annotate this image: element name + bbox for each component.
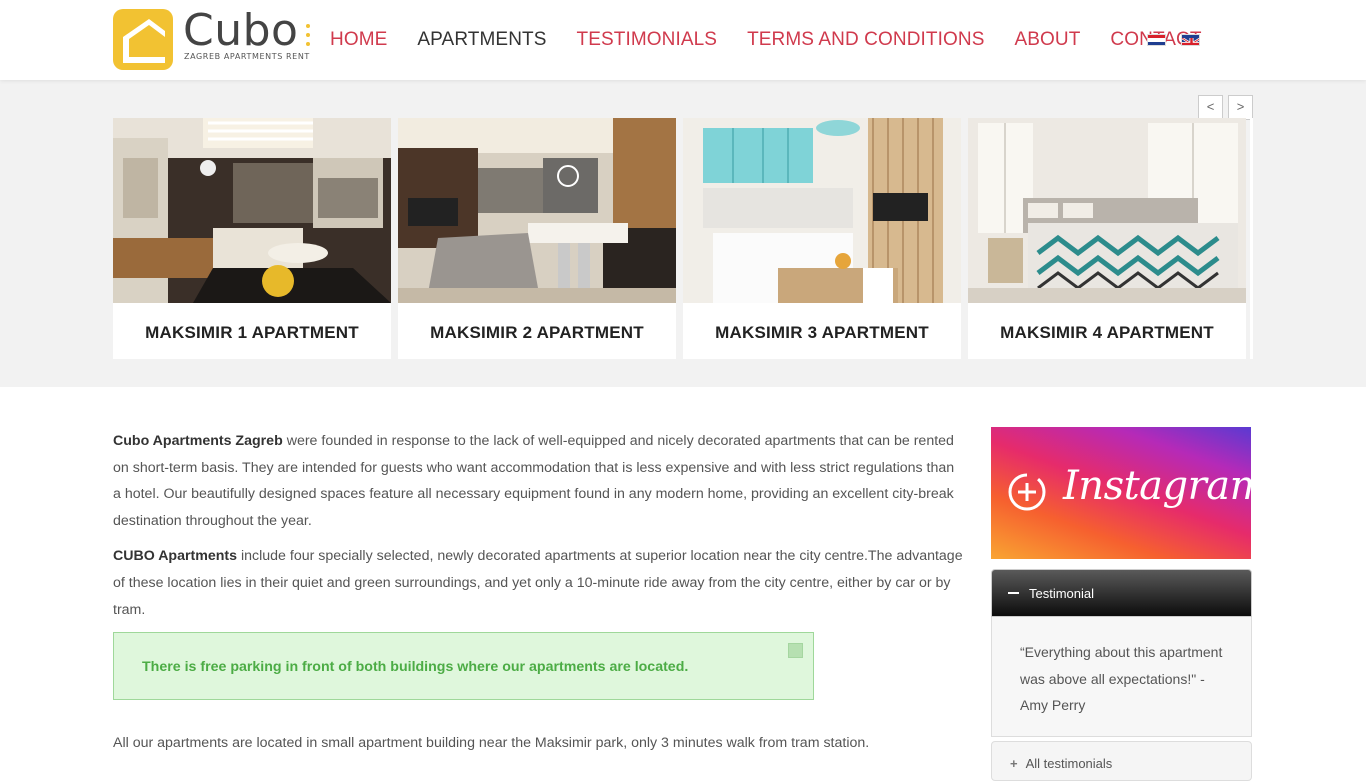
parking-notice: There is free parking in front of both b…: [113, 632, 814, 701]
nav-apartments[interactable]: APARTMENTS: [417, 29, 546, 51]
apartment-photo[interactable]: [113, 118, 391, 303]
instagram-label: Instagram: [1063, 463, 1251, 509]
apartment-photo[interactable]: [398, 118, 676, 303]
brand-tagline: ZAGREB APARTMENTS RENT: [184, 52, 310, 61]
brand-dots: [306, 24, 312, 51]
nav-about[interactable]: ABOUT: [1014, 29, 1080, 51]
testimonial-header-label: Testimonial: [1029, 586, 1095, 601]
apartments-paragraph: CUBO Apartments include four specially s…: [113, 543, 963, 623]
intro-paragraph: Cubo Apartments Zagreb were founded in r…: [113, 428, 963, 534]
intro-bold: Cubo Apartments Zagreb: [113, 433, 283, 449]
apartment-card[interactable]: MAKSIMIR 3 APARTMENT: [683, 118, 961, 359]
apartment-title[interactable]: MAKSIMIR 4 APARTMENT: [968, 303, 1246, 359]
apartment-title[interactable]: MAKSIMIR 1 APARTMENT: [113, 303, 391, 359]
apartment-title[interactable]: MAKSIMIR 3 APARTMENT: [683, 303, 961, 359]
apartment-photo[interactable]: [968, 118, 1246, 303]
nav-testimonials[interactable]: TESTIMONIALS: [577, 29, 718, 51]
testimonial-accordion: Testimonial “Everything about this apart…: [991, 569, 1252, 781]
apartment-card[interactable]: MAKSIMIR 1 APARTMENT: [113, 118, 391, 359]
all-testimonials-header[interactable]: + All testimonials: [991, 741, 1252, 781]
uk-flag-icon[interactable]: [1181, 34, 1200, 46]
parking-notice-text: There is free parking in front of both b…: [142, 659, 689, 676]
apartment-card[interactable]: MAKSIMIR 2 APARTMENT: [398, 118, 676, 359]
notice-close-icon[interactable]: [788, 643, 803, 659]
testimonial-header[interactable]: Testimonial: [991, 569, 1252, 617]
slider-prev-button[interactable]: <: [1198, 95, 1223, 120]
plus-circle-icon: [1008, 473, 1046, 511]
all-testimonials-label: All testimonials: [1025, 756, 1113, 771]
main-content: Cubo Apartments Zagreb were founded in r…: [113, 428, 963, 766]
apartments-bold: CUBO Apartments: [113, 548, 238, 565]
nav-home[interactable]: HOME: [330, 29, 387, 51]
apartments-text: include four specially selected, newly d…: [113, 548, 963, 618]
testimonial-quote: “Everything about this apartment was abo…: [1020, 644, 1223, 714]
testimonial-body: “Everything about this apartment was abo…: [991, 617, 1252, 737]
language-switcher: [1147, 34, 1200, 46]
apartment-card[interactable]: MAKSIMIR 4 APARTMENT: [968, 118, 1246, 359]
brand-name: Cubo: [183, 5, 299, 56]
next-card-edge: [1250, 118, 1253, 359]
plus-icon: +: [1010, 756, 1018, 771]
cubo-logo[interactable]: Cubo ZAGREB APARTMENTS RENT: [113, 5, 318, 71]
house-logo-icon: [113, 9, 173, 70]
site-header: Cubo ZAGREB APARTMENTS RENT HOME APARTME…: [0, 0, 1366, 80]
minus-icon: [1008, 591, 1019, 594]
nav-terms[interactable]: TERMS AND CONDITIONS: [747, 29, 984, 51]
apartment-title[interactable]: MAKSIMIR 2 APARTMENT: [398, 303, 676, 359]
instagram-banner[interactable]: Instagram: [991, 427, 1251, 559]
location-paragraph: All our apartments are located in small …: [113, 735, 870, 752]
main-nav: HOME APARTMENTS TESTIMONIALS TERMS AND C…: [330, 29, 1232, 51]
slider-next-button[interactable]: >: [1228, 95, 1253, 120]
apartment-photo[interactable]: [683, 118, 961, 303]
croatian-flag-icon[interactable]: [1147, 34, 1166, 46]
